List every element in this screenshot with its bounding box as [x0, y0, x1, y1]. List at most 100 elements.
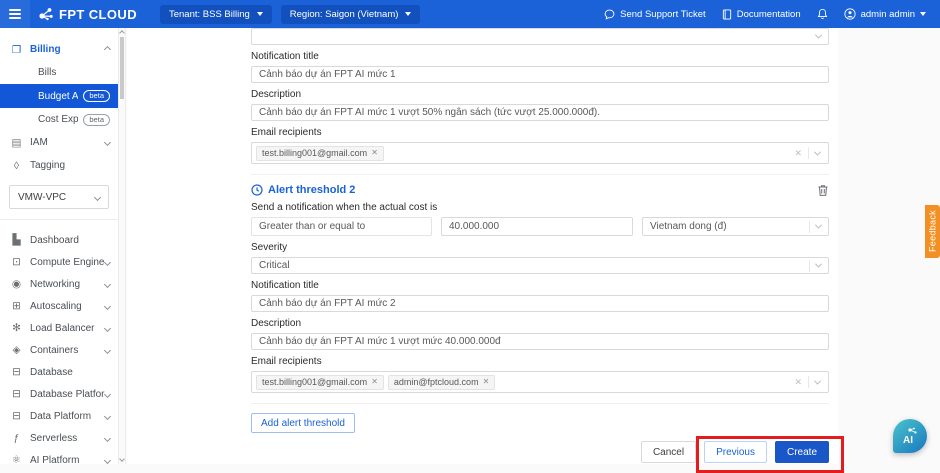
currency-select[interactable]: Vietnam dong (đ) [642, 217, 829, 236]
sidebar-item-autoscaling[interactable]: ⊞ Autoscaling [0, 295, 118, 317]
scrollbar-thumb[interactable] [120, 37, 124, 99]
notification-title-label-1: Notification title [251, 51, 829, 62]
chevron-down-icon [257, 12, 263, 16]
previous-button[interactable]: Previous [704, 441, 767, 463]
alert-threshold-2-heading: Alert threshold 2 [251, 184, 355, 196]
create-button[interactable]: Create [775, 441, 829, 463]
chevron-down-icon [104, 280, 111, 287]
sidebar-item-budget-alert[interactable]: Budget Alert beta [0, 84, 118, 108]
sidebar-item-database[interactable]: ⊟ Database [0, 361, 118, 383]
chevron-down-icon [104, 258, 111, 265]
description-label-2: Description [251, 318, 829, 329]
clear-field-icon[interactable]: ✕ [794, 378, 802, 387]
email-recipients-label-1: Email recipients [251, 127, 829, 138]
chevron-down-icon [104, 324, 111, 331]
delete-threshold-button[interactable] [817, 184, 829, 197]
amount-input[interactable] [441, 217, 633, 236]
documentation-book-icon [722, 9, 732, 20]
add-alert-threshold-button[interactable]: Add alert threshold [251, 413, 355, 433]
scroll-up-arrow-icon[interactable] [119, 30, 125, 36]
chevron-down-icon [104, 390, 111, 397]
ai-logo-icon: AI [899, 426, 921, 446]
sidebar-item-dashboard[interactable]: ▙ Dashboard [0, 229, 118, 251]
sidebar-item-ai-platform[interactable]: ⚛ AI Platform [0, 449, 118, 464]
folder-icon: ❐ [10, 44, 23, 56]
operator-select[interactable]: Greater than or equal to [251, 217, 432, 236]
condition-label: Send a notification when the actual cost… [251, 202, 829, 213]
clock-icon [251, 184, 263, 196]
notifications-bell-icon[interactable] [817, 8, 828, 20]
sidebar-item-data-platform[interactable]: ⊟ Data Platform [0, 405, 118, 427]
svg-text:AI: AI [903, 435, 913, 446]
email-recipients-field-2[interactable]: test.billing001@gmail.com ✕ admin@fptclo… [251, 371, 829, 393]
remove-tag-icon[interactable]: ✕ [371, 149, 378, 157]
chevron-down-icon [814, 148, 821, 155]
compute-engine-icon: ⊡ [10, 256, 23, 268]
region-selector[interactable]: Region: Saigon (Vietnam) [281, 5, 421, 24]
sidebar: ❐ Billing Bills Budget Alert beta Cost E… [0, 28, 118, 464]
clear-field-icon[interactable]: ✕ [794, 149, 802, 158]
support-chat-icon [604, 9, 615, 20]
user-menu[interactable]: admin admin [844, 8, 926, 20]
tenant-selector[interactable]: Tenant: BSS Billing [160, 5, 272, 24]
remove-tag-icon[interactable]: ✕ [371, 378, 378, 386]
sidebar-item-compute-engine[interactable]: ⊡ Compute Engine [0, 251, 118, 273]
database-platform-icon: ⊟ [10, 388, 23, 400]
vpc-selector[interactable]: VMW-VPC [9, 185, 109, 209]
sidebar-item-bills[interactable]: Bills [0, 61, 118, 84]
severity-select[interactable]: Critical [251, 257, 829, 274]
sidebar-item-networking[interactable]: ◉ Networking [0, 273, 118, 295]
chevron-down-icon [94, 193, 101, 200]
sidebar-item-load-balancer[interactable]: ✻ Load Balancer [0, 317, 118, 339]
email-recipients-field-1[interactable]: test.billing001@gmail.com ✕ ✕ [251, 142, 829, 164]
email-tag: admin@fptcloud.com ✕ [388, 375, 495, 390]
chevron-up-icon [104, 46, 111, 53]
sidebar-scrollbar[interactable] [118, 28, 126, 464]
notification-title-input-2[interactable] [251, 295, 829, 312]
notification-title-label-2: Notification title [251, 280, 829, 291]
remove-tag-icon[interactable]: ✕ [483, 378, 490, 386]
sidebar-item-database-platform[interactable]: ⊟ Database Platform [0, 383, 118, 405]
email-tag: test.billing001@gmail.com ✕ [256, 146, 384, 161]
ai-assistant-bubble[interactable]: AI [893, 419, 927, 453]
fpt-molecule-icon [38, 7, 54, 21]
containers-icon: ◈ [10, 344, 23, 356]
documentation-link[interactable]: Documentation [722, 9, 801, 20]
top-header: FPT CLOUD Tenant: BSS Billing Region: Sa… [0, 0, 940, 28]
description-input-2[interactable] [251, 333, 829, 350]
chevron-down-icon [815, 32, 822, 39]
feedback-tab[interactable]: Feedback [925, 205, 940, 258]
autoscaling-icon: ⊞ [10, 300, 23, 312]
sidebar-item-iam[interactable]: ▤ IAM [0, 131, 118, 154]
ai-platform-icon: ⚛ [10, 454, 23, 464]
sidebar-item-serverless[interactable]: ƒ Serverless [0, 427, 118, 449]
hamburger-menu-icon[interactable] [0, 0, 30, 28]
section-divider [251, 174, 829, 175]
form-actions: Cancel Previous Create [251, 440, 829, 464]
sidebar-item-cost-explorer[interactable]: Cost Explorer beta [0, 108, 118, 131]
load-balancer-icon: ✻ [10, 322, 23, 334]
scroll-down-arrow-icon[interactable] [119, 456, 125, 462]
severity-label: Severity [251, 242, 829, 253]
chevron-down-icon [104, 302, 111, 309]
serverless-icon: ƒ [10, 432, 23, 444]
dashboard-icon: ▙ [10, 234, 23, 246]
sidebar-item-containers[interactable]: ◈ Containers [0, 339, 118, 361]
chevron-down-icon [815, 261, 822, 268]
data-platform-icon: ⊟ [10, 410, 23, 422]
sidebar-item-billing[interactable]: ❐ Billing [0, 38, 118, 61]
sidebar-item-tagging[interactable]: ◊ Tagging [0, 154, 118, 177]
cancel-button[interactable]: Cancel [641, 441, 696, 463]
email-tag: test.billing001@gmail.com ✕ [256, 375, 384, 390]
send-support-ticket-button[interactable]: Send Support Ticket [604, 9, 706, 20]
truncated-select[interactable] [251, 28, 829, 45]
notification-title-input-1[interactable] [251, 66, 829, 83]
chevron-down-icon [104, 346, 111, 353]
chevron-down-icon [104, 139, 111, 146]
sidebar-menu: ▙ Dashboard ⊡ Compute Engine ◉ Networkin… [0, 229, 118, 464]
chevron-down-icon [104, 412, 111, 419]
description-input-1[interactable] [251, 104, 829, 121]
email-recipients-label-2: Email recipients [251, 356, 829, 367]
beta-badge: beta [83, 114, 110, 126]
beta-badge: beta [83, 90, 110, 102]
